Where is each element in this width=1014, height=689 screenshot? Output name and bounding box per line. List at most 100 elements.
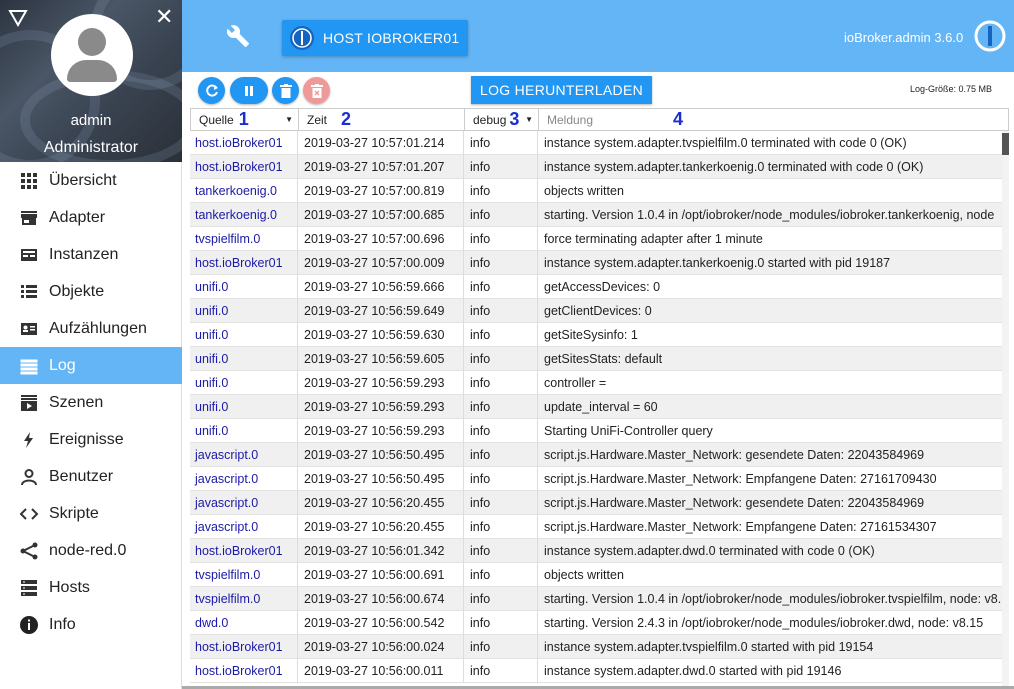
table-row: unifi.0 2019-03-27 10:56:59.630 info getSit… [190,323,1002,347]
sidebar-item-label: Benutzer [49,467,114,485]
sidebar-item-log[interactable]: Log [0,347,182,384]
level-filter-marker: 3 [509,109,520,129]
log-source-link[interactable]: javascript.0 [190,443,298,467]
time-filter-label: Zeit [307,112,328,127]
refresh-icon [205,84,218,96]
log-level: info [464,179,538,203]
table-row: tankerkoenig.0 2019-03-27 10:57:00.819 inf… [190,179,1002,203]
profile-header: ✕ admin Administrator [0,0,182,162]
log-source-link[interactable]: host.ioBroker01 [190,659,298,683]
log-source-link[interactable]: host.ioBroker01 [190,251,298,275]
sidebar-item-uebersicht[interactable]: Übersicht [0,162,182,199]
log-level: info [464,611,538,635]
sidebar-item-node-red[interactable]: node-red.0 [0,532,182,569]
log-source-link[interactable]: tankerkoenig.0 [190,203,298,227]
table-row: tvspielfilm.0 2019-03-27 10:56:00.674 info… [190,587,1002,611]
clear-log-button[interactable] [303,77,330,104]
log-source-link[interactable]: unifi.0 [190,299,298,323]
log-source-link[interactable]: javascript.0 [190,515,298,539]
time-filter[interactable]: Zeit 2 [299,109,465,130]
log-message: starting. Version 1.0.4 in /opt/iobroker… [544,208,995,222]
sidebar-item-label: Ereignisse [49,430,124,448]
log-level: info [464,203,538,227]
log-source-link[interactable]: unifi.0 [190,323,298,347]
log-source-link[interactable]: dwd.0 [190,611,298,635]
log-level: info [464,515,538,539]
log-source-link[interactable]: unifi.0 [190,395,298,419]
sidebar-item-info[interactable]: Info [0,606,182,643]
message-filter-input[interactable]: Meldung 4 [539,109,1009,130]
log-time: 2019-03-27 10:57:01.207 [298,155,464,179]
pause-button[interactable] [230,77,268,104]
sidebar-nav: Übersicht Adapter Instanzen Objekte Aufz… [0,162,182,643]
delete-button[interactable] [272,77,299,104]
log-level: info [464,155,538,179]
log-source-link[interactable]: unifi.0 [190,371,298,395]
log-time: 2019-03-27 10:57:00.696 [298,227,464,251]
sidebar-item-ereignisse[interactable]: Ereignisse [0,421,182,458]
log-time: 2019-03-27 10:56:00.024 [298,635,464,659]
sidebar-item-label: Aufzählungen [49,319,147,337]
log-source-link[interactable]: tankerkoenig.0 [190,179,298,203]
log-source-link[interactable]: host.ioBroker01 [190,539,298,563]
iobroker-logo-icon [974,20,1006,52]
scrollbar-thumb[interactable] [1002,133,1009,155]
info-icon [19,615,39,635]
log-level: info [464,467,538,491]
level-filter-select[interactable]: debug 3 ▼ [465,109,539,130]
log-message: instance system.adapter.dwd.0 started wi… [544,664,842,678]
sidebar-item-szenen[interactable]: Szenen [0,384,182,421]
table-row: javascript.0 2019-03-27 10:56:20.455 info s… [190,515,1002,539]
table-row: unifi.0 2019-03-27 10:56:59.293 info contro… [190,371,1002,395]
log-level: info [464,419,538,443]
list-icon [19,282,39,302]
download-log-button[interactable]: LOG HERUNTERLADEN [471,76,652,104]
log-source-link[interactable]: tvspielfilm.0 [190,563,298,587]
sidebar-item-objekte[interactable]: Objekte [0,273,182,310]
sidebar: ✕ admin Administrator Übersicht Adapter … [0,0,182,689]
log-time: 2019-03-27 10:56:59.630 [298,323,464,347]
sidebar-item-benutzer[interactable]: Benutzer [0,458,182,495]
host-label: HOST IOBROKER01 [323,30,460,46]
sidebar-item-hosts[interactable]: Hosts [0,569,182,606]
table-row: unifi.0 2019-03-27 10:56:59.649 info getCli… [190,299,1002,323]
menu-toggle-icon[interactable] [8,8,28,28]
log-source-link[interactable]: tvspielfilm.0 [190,227,298,251]
source-filter-select[interactable]: Quelle 1 ▼ [191,109,299,130]
table-row: unifi.0 2019-03-27 10:56:59.293 info update… [190,395,1002,419]
log-source-link[interactable]: unifi.0 [190,419,298,443]
log-source-link[interactable]: unifi.0 [190,347,298,371]
close-icon[interactable]: ✕ [155,6,173,28]
log-time: 2019-03-27 10:56:00.542 [298,611,464,635]
log-source-link[interactable]: javascript.0 [190,491,298,515]
log-source-link[interactable]: tvspielfilm.0 [190,587,298,611]
table-row: tvspielfilm.0 2019-03-27 10:56:00.691 info… [190,563,1002,587]
table-row: dwd.0 2019-03-27 10:56:00.542 info starting… [190,611,1002,635]
log-source-link[interactable]: host.ioBroker01 [190,155,298,179]
dropdown-arrow-icon: ▼ [525,115,533,124]
sidebar-item-adapter[interactable]: Adapter [0,199,182,236]
log-message: script.js.Hardware.Master_Network: Empfa… [544,520,937,534]
log-level: info [464,131,538,155]
user-icon [19,467,39,487]
sidebar-item-instanzen[interactable]: Instanzen [0,236,182,273]
log-level: info [464,563,538,587]
host-button[interactable]: HOST IOBROKER01 [282,20,468,56]
sidebar-item-skripte[interactable]: Skripte [0,495,182,532]
sidebar-item-label: Szenen [49,393,104,411]
log-source-link[interactable]: host.ioBroker01 [190,131,298,155]
log-source-link[interactable]: unifi.0 [190,275,298,299]
log-message: script.js.Hardware.Master_Network: Empfa… [544,472,937,486]
instances-icon [19,245,39,265]
wrench-icon[interactable] [226,24,250,48]
scrollbar[interactable] [1002,131,1009,686]
refresh-button[interactable] [198,77,225,104]
log-message: controller = [544,376,607,390]
scenes-icon [19,393,39,413]
log-source-link[interactable]: host.ioBroker01 [190,635,298,659]
log-time: 2019-03-27 10:56:59.293 [298,371,464,395]
table-row: host.ioBroker01 2019-03-27 10:57:00.009 in… [190,251,1002,275]
sidebar-item-aufzaehlungen[interactable]: Aufzählungen [0,310,182,347]
log-level: info [464,395,538,419]
log-source-link[interactable]: javascript.0 [190,467,298,491]
